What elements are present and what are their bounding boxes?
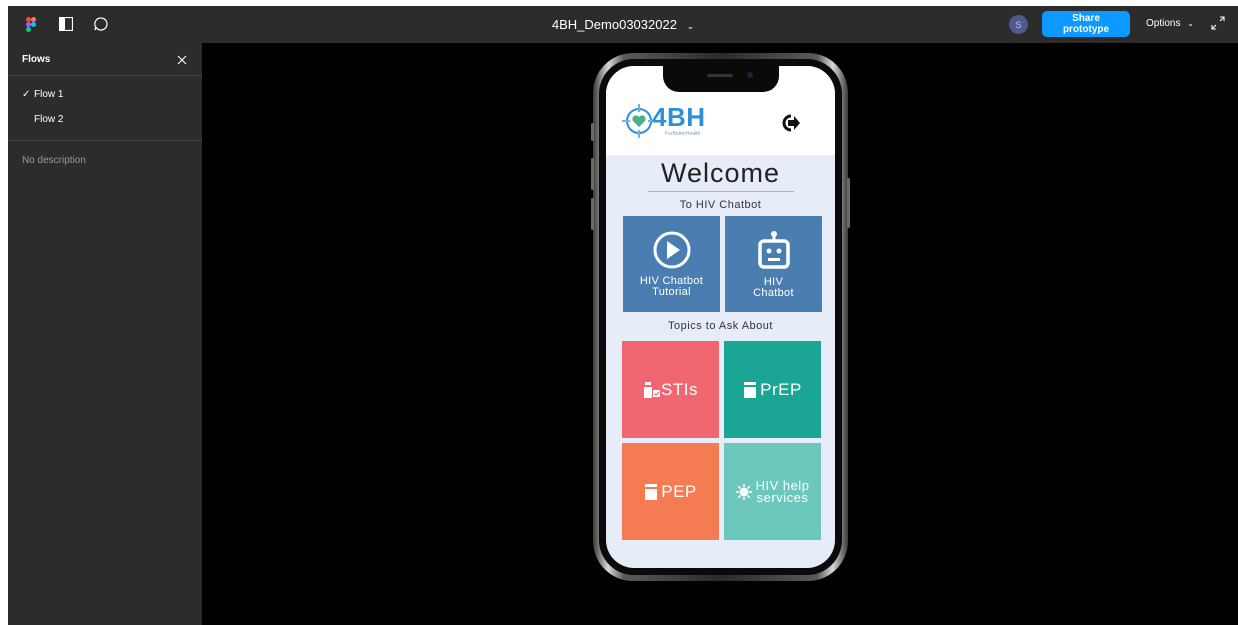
- phone-frame: 4BH ForBetterHealth Welcome To HIV Chatb…: [591, 53, 850, 581]
- logo-text: 4BH: [652, 102, 706, 132]
- topic-tile-hiv-help[interactable]: HIV help services: [724, 443, 821, 540]
- figma-prototype-viewer: 4BH_Demo03032022 ⌄ S Share prototype Opt…: [8, 6, 1238, 625]
- flows-sidebar: Flows ✓ Flow 1 Flow 2 No description: [8, 43, 202, 625]
- topic-label: PEP: [661, 481, 697, 501]
- topic-tile-stis[interactable]: STIs: [622, 341, 719, 438]
- robot-icon: [757, 231, 790, 269]
- chevron-down-icon[interactable]: ⌄: [687, 21, 695, 31]
- topic-tile-pep[interactable]: PEP: [622, 443, 719, 540]
- topic-label: PrEP: [760, 379, 802, 399]
- divider: [8, 140, 202, 141]
- hiv-help-label-line2: services: [756, 489, 809, 505]
- play-icon: [653, 231, 690, 269]
- comment-icon[interactable]: [92, 15, 110, 33]
- flows-heading: Flows: [22, 54, 51, 65]
- front-camera: [747, 72, 753, 78]
- hiv-chatbot-tile[interactable]: HIV Chatbot: [725, 216, 822, 312]
- divider: [8, 75, 202, 76]
- tutorial-label: HIV Chatbot Tutorial: [640, 276, 703, 298]
- fullscreen-icon[interactable]: [1210, 15, 1226, 31]
- chatbot-tutorial-tile[interactable]: HIV Chatbot Tutorial: [623, 216, 720, 312]
- topics-heading: Topics to Ask About: [668, 320, 773, 332]
- close-icon[interactable]: [175, 53, 189, 67]
- flow-label: Flow 2: [34, 114, 64, 125]
- medicine-bottle-icon: [644, 381, 661, 398]
- flow-description: No description: [22, 155, 86, 166]
- topic-tile-prep[interactable]: PrEP: [724, 341, 821, 438]
- phone-side-button: [591, 198, 594, 230]
- share-prototype-button[interactable]: Share prototype: [1042, 11, 1130, 37]
- logo-tagline: ForBetterHealth: [665, 131, 701, 137]
- flow-label: Flow 1: [34, 89, 64, 100]
- speaker: [707, 74, 733, 77]
- prototype-canvas: 4BH ForBetterHealth Welcome To HIV Chatb…: [202, 43, 1238, 625]
- topic-label: STIs: [661, 379, 698, 399]
- flow-item-2[interactable]: Flow 2: [34, 114, 63, 125]
- pill-bottle-icon: [744, 381, 757, 398]
- chevron-down-icon: ⌄: [1187, 19, 1194, 28]
- flow-item-1[interactable]: ✓ Flow 1: [22, 89, 63, 100]
- options-label: Options: [1146, 18, 1181, 29]
- heart-compass-icon: [622, 104, 656, 138]
- phone-side-button: [591, 123, 594, 141]
- logout-icon[interactable]: [778, 112, 800, 134]
- file-title-text[interactable]: 4BH_Demo03032022: [552, 17, 677, 32]
- hiv-help-label: HIV help services: [756, 479, 810, 505]
- app-logo: 4BH ForBetterHealth: [622, 102, 727, 142]
- tutorial-label-line2: Tutorial: [652, 286, 691, 298]
- chatbot-label-line2: Chatbot: [753, 287, 794, 299]
- welcome-subtitle: To HIV Chatbot: [679, 199, 762, 211]
- welcome-title: Welcome: [660, 158, 781, 188]
- top-toolbar: 4BH_Demo03032022 ⌄ S Share prototype Opt…: [8, 6, 1238, 43]
- phone-side-button: [847, 178, 850, 228]
- checkmark-icon: ✓: [22, 89, 31, 100]
- phone-side-button: [591, 158, 594, 190]
- pill-bottle-icon: [645, 483, 658, 500]
- phone-notch: [663, 66, 779, 92]
- divider: [648, 191, 794, 192]
- virus-icon: [735, 483, 752, 500]
- avatar[interactable]: S: [1009, 15, 1028, 34]
- app-screen: 4BH ForBetterHealth Welcome To HIV Chatb…: [606, 66, 835, 568]
- figma-logo-icon[interactable]: [22, 15, 40, 33]
- options-menu[interactable]: Options ⌄: [1146, 18, 1194, 29]
- panel-toggle-icon[interactable]: [57, 15, 75, 33]
- chatbot-label: HIV Chatbot: [753, 277, 794, 299]
